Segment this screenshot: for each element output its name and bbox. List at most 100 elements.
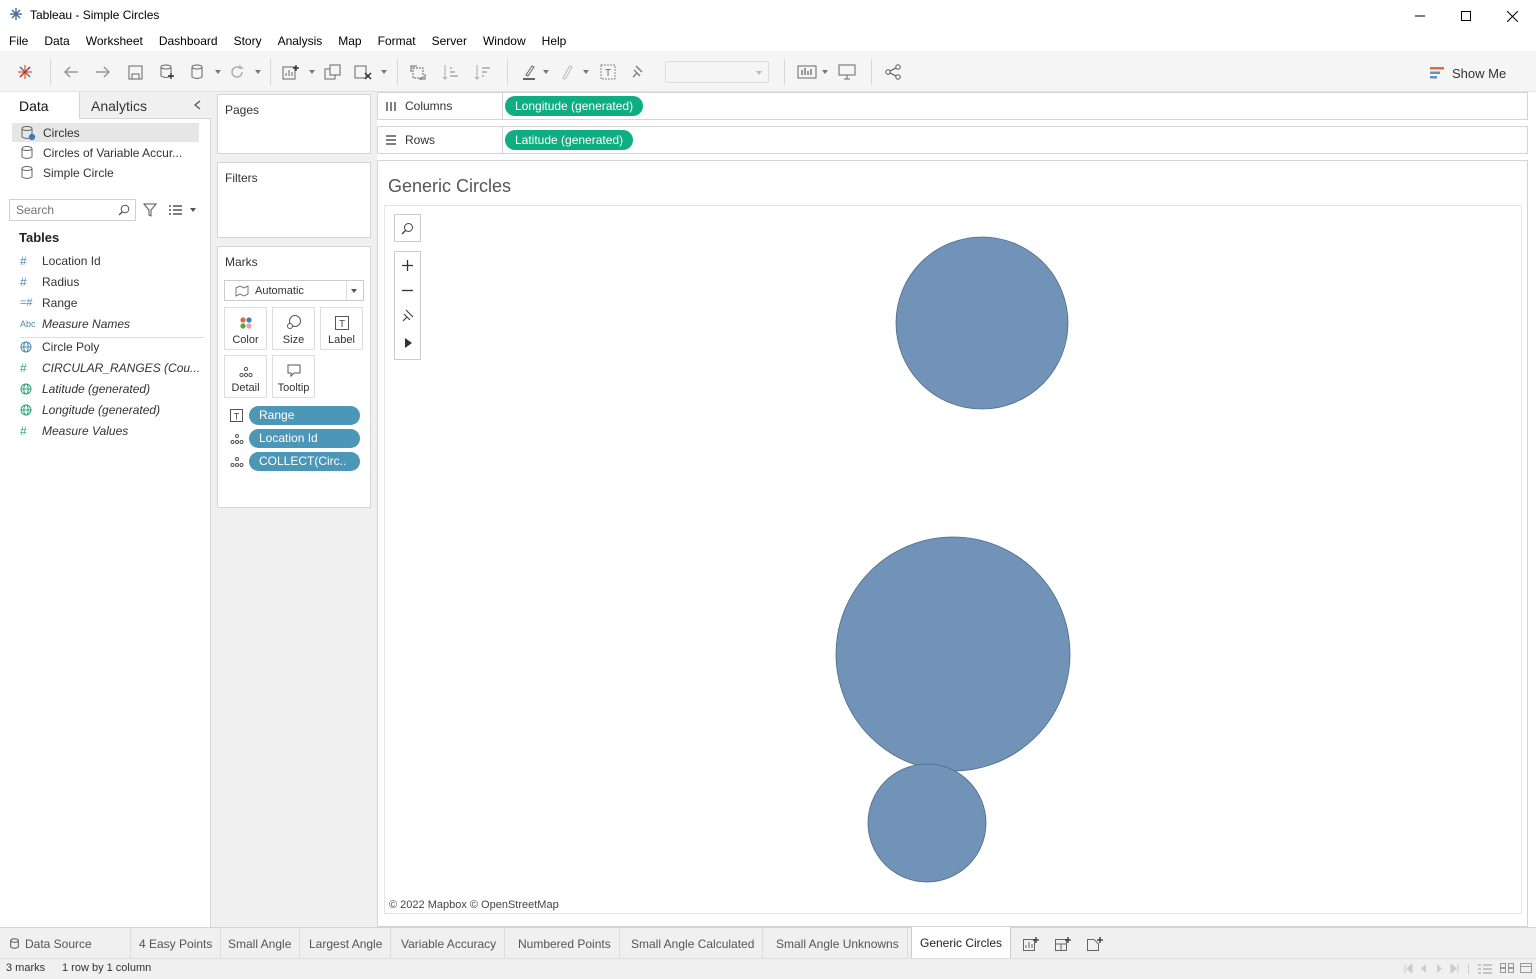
- tab-data[interactable]: Data: [19, 98, 49, 114]
- tab-sheet[interactable]: Numbered Points: [510, 928, 620, 959]
- close-button[interactable]: [1489, 4, 1535, 28]
- detail-button[interactable]: Detail: [224, 355, 267, 398]
- sort-descending-icon[interactable]: [473, 62, 493, 82]
- sort-ascending-icon[interactable]: [441, 62, 461, 82]
- menu-server[interactable]: Server: [432, 31, 467, 51]
- tabs-view-icon[interactable]: [1520, 963, 1532, 973]
- show-me-button[interactable]: Show Me: [1430, 63, 1506, 83]
- group-members-icon[interactable]: [556, 62, 576, 82]
- show-cards-icon[interactable]: [797, 62, 817, 82]
- collapse-pane-icon[interactable]: [193, 99, 203, 111]
- show-labels-icon[interactable]: T: [598, 62, 618, 82]
- marks-pill-collect[interactable]: COLLECT(Circ..: [249, 452, 360, 471]
- tab-label: Data Source: [25, 936, 92, 951]
- field-item[interactable]: # Location Id: [20, 251, 204, 271]
- search-box[interactable]: [9, 199, 136, 221]
- menu-dashboard[interactable]: Dashboard: [159, 31, 218, 51]
- circle-mark[interactable]: [867, 763, 987, 883]
- prev-page-icon[interactable]: [1420, 964, 1427, 973]
- field-item[interactable]: # Radius: [20, 272, 204, 292]
- menu-story[interactable]: Story: [234, 31, 262, 51]
- marks-pill-range[interactable]: Range: [249, 406, 360, 425]
- size-button[interactable]: Size: [272, 307, 315, 350]
- datasource-item[interactable]: Simple Circle: [12, 163, 199, 182]
- pin-map-button[interactable]: [395, 302, 420, 328]
- menu-file[interactable]: File: [9, 31, 28, 51]
- tooltip-button[interactable]: Tooltip: [272, 355, 315, 398]
- minimize-button[interactable]: [1397, 4, 1443, 28]
- presentation-mode-icon[interactable]: [837, 62, 857, 82]
- rows-pill-latitude[interactable]: Latitude (generated): [505, 130, 634, 150]
- redo-icon[interactable]: [93, 62, 113, 82]
- mark-type-dropdown[interactable]: Automatic: [224, 280, 364, 301]
- show-me-icon: [1430, 66, 1446, 80]
- map-search-button[interactable]: [394, 214, 421, 242]
- new-story-tab-icon[interactable]: [1086, 935, 1104, 953]
- menu-format[interactable]: Format: [378, 31, 416, 51]
- refresh-icon[interactable]: [227, 62, 247, 82]
- first-page-icon[interactable]: [1404, 964, 1413, 973]
- sheet-sorter-icon[interactable]: [1478, 964, 1492, 974]
- maximize-button[interactable]: [1443, 4, 1489, 28]
- new-datasource-icon[interactable]: [157, 62, 177, 82]
- fit-dropdown[interactable]: [665, 61, 769, 83]
- share-icon[interactable]: [883, 62, 903, 82]
- view-options-icon[interactable]: [169, 204, 183, 216]
- field-item[interactable]: # CIRCULAR_RANGES (Cou...: [20, 358, 204, 378]
- map-attribution[interactable]: © 2022 Mapbox © OpenStreetMap: [389, 899, 559, 911]
- field-item[interactable]: Latitude (generated): [20, 379, 204, 399]
- field-item[interactable]: Longitude (generated): [20, 400, 204, 420]
- tab-analytics[interactable]: Analytics: [91, 98, 147, 114]
- tab-sheet[interactable]: Variable Accuracy: [393, 928, 506, 959]
- zoom-out-button[interactable]: [395, 278, 420, 302]
- tab-sheet[interactable]: 4 Easy Points: [131, 928, 222, 959]
- tab-sheet-active[interactable]: Generic Circles: [911, 927, 1012, 959]
- tab-sheet[interactable]: Small Angle Calculated: [623, 928, 764, 959]
- tab-data-source[interactable]: Data Source: [0, 928, 131, 959]
- marks-pill-location-id[interactable]: Location Id: [249, 429, 360, 448]
- last-page-icon[interactable]: [1450, 964, 1459, 973]
- filter-fields-icon[interactable]: [143, 203, 157, 217]
- next-page-icon[interactable]: [1436, 964, 1443, 973]
- zoom-in-button[interactable]: [395, 252, 420, 278]
- mark-type-label: Automatic: [255, 284, 304, 297]
- circle-mark[interactable]: [895, 236, 1069, 410]
- field-item[interactable]: Abc Measure Names: [20, 314, 204, 334]
- tab-sheet[interactable]: Small Angle Unknowns: [768, 928, 908, 959]
- columns-pill-longitude[interactable]: Longitude (generated): [505, 96, 644, 116]
- new-worksheet-tab-icon[interactable]: [1022, 935, 1040, 953]
- new-dashboard-tab-icon[interactable]: [1054, 935, 1072, 953]
- search-input[interactable]: [10, 200, 110, 220]
- highlight-icon[interactable]: [519, 62, 539, 82]
- menu-data[interactable]: Data: [44, 31, 69, 51]
- new-worksheet-icon[interactable]: [281, 62, 301, 82]
- filters-card[interactable]: Filters: [217, 162, 371, 238]
- circle-mark[interactable]: [835, 536, 1071, 772]
- menu-map[interactable]: Map: [338, 31, 361, 51]
- expand-toolbar-button[interactable]: [395, 328, 420, 358]
- fix-axes-pin-icon[interactable]: [628, 62, 648, 82]
- field-item[interactable]: # Measure Values: [20, 421, 204, 441]
- save-icon[interactable]: [125, 62, 145, 82]
- datasource-menu-icon[interactable]: [187, 62, 207, 82]
- tableau-home-icon[interactable]: [15, 62, 35, 82]
- menu-help[interactable]: Help: [542, 31, 567, 51]
- label-button[interactable]: T Label: [320, 307, 363, 350]
- undo-icon[interactable]: [61, 62, 81, 82]
- map-area[interactable]: [384, 205, 1522, 914]
- duplicate-sheet-icon[interactable]: [323, 62, 343, 82]
- swap-rows-columns-icon[interactable]: [408, 62, 428, 82]
- menu-window[interactable]: Window: [483, 31, 526, 51]
- tab-sheet[interactable]: Small Angle: [220, 928, 301, 959]
- clear-sheet-icon[interactable]: [353, 62, 373, 82]
- color-button[interactable]: Color: [224, 307, 267, 350]
- pages-card[interactable]: Pages: [217, 94, 371, 154]
- tab-sheet[interactable]: Largest Angle: [301, 928, 392, 959]
- menu-worksheet[interactable]: Worksheet: [86, 31, 143, 51]
- datasource-item[interactable]: Circles: [12, 123, 199, 142]
- menu-analysis[interactable]: Analysis: [278, 31, 323, 51]
- filmstrip-icon[interactable]: [1500, 963, 1514, 973]
- datasource-item[interactable]: Circles of Variable Accur...: [12, 143, 199, 162]
- field-item[interactable]: =# Range: [20, 293, 204, 313]
- field-item[interactable]: Circle Poly: [20, 337, 204, 357]
